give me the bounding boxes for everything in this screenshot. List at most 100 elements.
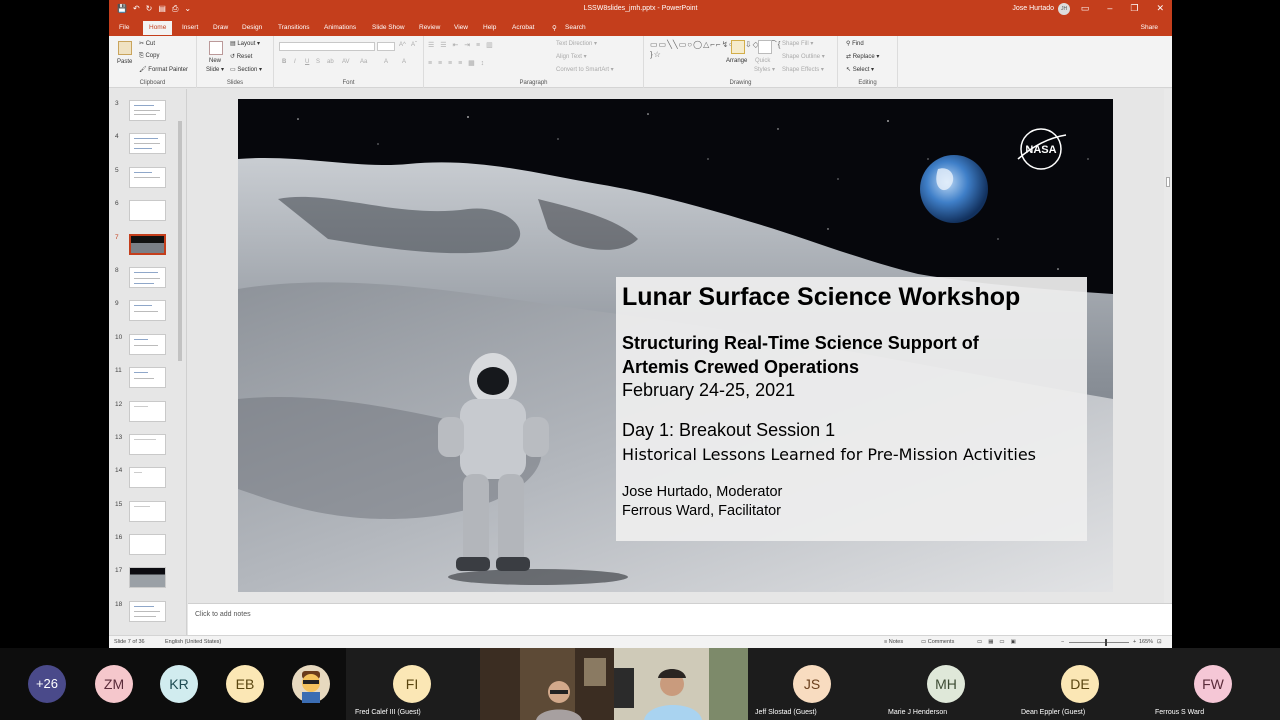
clear-formatting-button[interactable]: A <box>402 59 406 65</box>
new-slide-dropdown[interactable]: Slide ▾ <box>206 66 224 73</box>
alignment-icon[interactable]: ≡ ≡ ≡ ≡ ▦ ↕ <box>428 59 486 67</box>
align-text-button[interactable]: Align Text ▾ <box>556 53 587 60</box>
shrink-font-button[interactable]: Aˇ <box>411 42 417 48</box>
participant-tile[interactable]: +26 <box>0 648 95 720</box>
arrange-button[interactable]: Arrange <box>726 58 747 64</box>
fit-slide-icon[interactable]: ⊡ <box>1157 639 1162 645</box>
tab-file[interactable]: File <box>119 24 129 31</box>
tab-view[interactable]: View <box>454 24 468 31</box>
bold-button[interactable]: B <box>282 59 286 65</box>
select-button[interactable]: ↖ Select ▾ <box>846 66 874 73</box>
notes-pane[interactable]: Click to add notes <box>188 603 1172 635</box>
zoom-out-button[interactable]: − <box>1061 639 1064 645</box>
thumbnail-slide[interactable]: 8 <box>109 267 186 297</box>
thumbnails-scrollbar[interactable] <box>177 91 183 631</box>
ribbon-display-icon[interactable]: ▭ <box>1081 3 1090 14</box>
thumbnail-slide[interactable]: 17 <box>109 567 186 597</box>
replace-button[interactable]: ⇄ Replace ▾ <box>846 53 879 60</box>
font-size-input[interactable] <box>377 42 395 51</box>
tab-insert[interactable]: Insert <box>182 24 198 31</box>
paste-button[interactable]: Paste <box>117 59 132 65</box>
comments-button[interactable]: ▭ Comments <box>921 639 954 645</box>
participant-tile[interactable]: EB <box>226 648 266 720</box>
minimize-button[interactable]: – <box>1107 3 1112 14</box>
shape-fill-button[interactable]: Shape Fill ▾ <box>782 40 813 47</box>
tab-help[interactable]: Help <box>483 24 496 31</box>
underline-button[interactable]: U <box>305 59 309 65</box>
participant-tile[interactable]: FW Ferrous S Ward <box>1150 648 1280 720</box>
shape-effects-button[interactable]: Shape Effects ▾ <box>782 66 824 73</box>
thumbnail-slide[interactable]: 14 <box>109 467 186 497</box>
user-name[interactable]: Jose Hurtado <box>1012 5 1054 12</box>
shape-outline-button[interactable]: Shape Outline ▾ <box>782 53 825 60</box>
tab-animations[interactable]: Animations <box>324 24 356 31</box>
strikethrough-button[interactable]: S <box>316 59 320 65</box>
thumbnail-slide[interactable]: 3 <box>109 100 186 130</box>
thumbnail-slide[interactable]: 4 <box>109 133 186 163</box>
reset-button[interactable]: ↺ Reset <box>230 53 252 60</box>
tab-review[interactable]: Review <box>419 24 440 31</box>
section-button[interactable]: ▭ Section ▾ <box>230 66 262 73</box>
font-name-input[interactable] <box>279 42 375 51</box>
font-color-button[interactable]: A <box>384 59 388 65</box>
zoom-slider[interactable] <box>1069 639 1129 646</box>
participant-tile[interactable] <box>292 648 332 720</box>
tab-transitions[interactable]: Transitions <box>278 24 310 31</box>
participant-tile[interactable]: DE Dean Eppler (Guest) <box>1016 648 1150 720</box>
thumbnail-slide[interactable]: 15 <box>109 501 186 531</box>
copy-button[interactable]: ⎘ Copy <box>139 53 159 60</box>
maximize-button[interactable]: ❐ <box>1130 3 1138 14</box>
view-buttons[interactable]: ▭▦▭▣ <box>977 639 1022 645</box>
convert-smartart-button[interactable]: Convert to SmartArt ▾ <box>556 66 614 73</box>
tab-acrobat[interactable]: Acrobat <box>512 24 534 31</box>
tab-draw[interactable]: Draw <box>213 24 228 31</box>
shadow-button[interactable]: ab <box>327 59 334 65</box>
thumbnail-slide[interactable]: 16 <box>109 534 186 564</box>
tab-design[interactable]: Design <box>242 24 262 31</box>
thumbnail-slide[interactable]: 18 <box>109 601 186 631</box>
bullets-icon[interactable]: ☰ ☰ ⇤ ⇥ ≡ ▥ <box>428 41 495 49</box>
participant-video-2[interactable] <box>614 648 748 720</box>
tab-slide-show[interactable]: Slide Show <box>372 24 405 31</box>
format-painter-button[interactable]: 🖌 Format Painter <box>139 66 188 73</box>
change-case-button[interactable]: Aa <box>360 59 367 65</box>
slide-scrollbar[interactable] <box>1164 89 1172 603</box>
thumbnail-slide[interactable]: 12 <box>109 401 186 431</box>
title-text-box[interactable]: Lunar Surface Science Workshop Structuri… <box>616 277 1087 541</box>
user-avatar[interactable]: JH <box>1058 3 1070 15</box>
find-button[interactable]: ⚲ Find <box>846 40 864 47</box>
layout-button[interactable]: ▤ Layout ▾ <box>230 40 260 47</box>
participant-tile[interactable]: MH Marie J Henderson <box>882 648 1016 720</box>
slide-canvas[interactable]: NASA Lunar Surface Science Workshop Stru… <box>238 99 1113 592</box>
thumbnail-slide[interactable]: 13 <box>109 434 186 464</box>
thumbnail-slide-active[interactable]: 7 <box>109 234 186 264</box>
thumbnail-slide[interactable]: 10 <box>109 334 186 364</box>
zoom-in-button[interactable]: + <box>1133 639 1136 645</box>
language-indicator[interactable]: English (United States) <box>165 639 221 645</box>
quick-styles-button[interactable]: Quick <box>755 58 770 64</box>
thumbnail-slide[interactable]: 5 <box>109 167 186 197</box>
participant-tile[interactable]: JS Jeff Slostad (Guest) <box>748 648 882 720</box>
grow-font-button[interactable]: A^ <box>399 42 406 48</box>
thumbnail-slide[interactable]: 6 <box>109 200 186 230</box>
close-button[interactable]: ✕ <box>1156 3 1164 14</box>
participant-tile[interactable]: KR <box>160 648 200 720</box>
zoom-level[interactable]: 165% <box>1139 639 1153 645</box>
participant-video-1[interactable] <box>480 648 614 720</box>
notes-button[interactable]: ≡ Notes <box>884 639 903 645</box>
italic-button[interactable]: I <box>294 59 296 65</box>
text-direction-button[interactable]: Text Direction ▾ <box>556 40 597 47</box>
shapes-gallery[interactable]: ▭▭╲╲▭○◯△⌐⌐↯⇨⬠⇩◇⌒⌒{ }☆ <box>650 40 780 70</box>
search-box[interactable]: Search <box>565 24 586 31</box>
cut-button[interactable]: ✂ Cut <box>139 40 155 47</box>
tab-home[interactable]: Home <box>143 21 173 35</box>
participant-tile[interactable]: FI Fred Calef III (Guest) <box>346 648 480 720</box>
quick-styles-dropdown[interactable]: Styles ▾ <box>754 66 775 73</box>
thumbnail-slide[interactable]: 9 <box>109 300 186 330</box>
participant-tile[interactable]: ZM <box>95 648 135 720</box>
new-slide-button[interactable]: New <box>209 58 221 64</box>
thumbnail-slide[interactable]: 11 <box>109 367 186 397</box>
more-participants-badge[interactable]: +26 <box>28 665 66 703</box>
spacing-button[interactable]: AV <box>342 59 350 65</box>
share-button[interactable]: Share <box>1141 24 1158 31</box>
